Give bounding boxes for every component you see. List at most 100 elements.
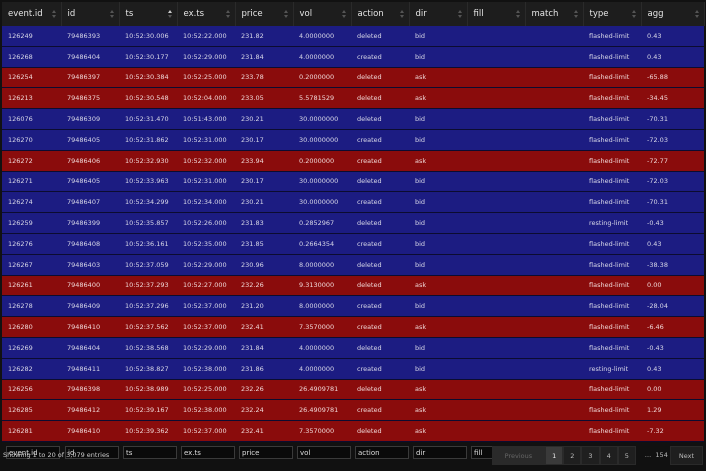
table-row[interactable]: 126268 79486404 10:52:30.177 10:52:29.000 23…	[2, 46, 704, 68]
cell-ex-ts: 10:52:29.000	[177, 337, 235, 359]
cell-id: 79486404	[61, 337, 119, 359]
cell-ex-ts: 10:52:38.000	[177, 399, 235, 421]
previous-page-button[interactable]: Previous	[491, 446, 546, 465]
table-row[interactable]: 126269 79486404 10:52:38.568 10:52:29.000 23…	[2, 337, 704, 359]
cell-match	[525, 420, 583, 442]
cell-ex-ts: 10:52:34.000	[177, 191, 235, 213]
cell-event-id: 126256	[2, 379, 61, 400]
table-row[interactable]: 126259 79486399 10:52:35.857 10:52:26.000 23…	[2, 212, 704, 234]
cell-vol: 4.0000000	[293, 337, 351, 359]
cell-action: deleted	[351, 379, 409, 400]
table-row[interactable]: 126280 79486410 10:52:37.562 10:52:37.000 23…	[2, 316, 704, 338]
cell-type: flashed-limit	[583, 67, 641, 88]
table-row[interactable]: 126272 79486406 10:52:32.930 10:52:32.000 23…	[2, 150, 704, 172]
column-header-agg[interactable]: agg	[641, 2, 705, 26]
column-header-event-id[interactable]: event.id	[2, 2, 62, 26]
cell-price: 233.05	[235, 87, 293, 109]
cell-agg: 0.43	[641, 46, 704, 68]
cell-event-id: 126213	[2, 87, 61, 109]
table-row[interactable]: 126249 79486393 10:52:30.006 10:52:22.000 23…	[2, 26, 704, 47]
column-header-ts[interactable]: ts	[119, 2, 178, 26]
cell-agg: 0.43	[641, 233, 704, 255]
table-row[interactable]: 126282 79486411 10:52:38.827 10:52:38.000 23…	[2, 358, 704, 380]
table-row[interactable]: 126076 79486309 10:52:31.470 10:51:43.000 23…	[2, 108, 704, 130]
cell-vol: 30.0000000	[293, 108, 351, 130]
table-row[interactable]: 126256 79486398 10:52:38.989 10:52:25.000 23…	[2, 379, 704, 400]
cell-type: flashed-limit	[583, 420, 641, 442]
cell-match	[525, 233, 583, 255]
cell-id: 79486398	[61, 379, 119, 400]
filter-input-ex-ts[interactable]	[181, 446, 235, 460]
column-header-type[interactable]: type	[583, 2, 642, 26]
page-button-2[interactable]: 2	[563, 446, 582, 465]
cell-dir: ask	[409, 420, 467, 442]
cell-agg: -72.77	[641, 150, 704, 172]
cell-ts: 10:52:33.963	[119, 171, 177, 192]
filter-input-ts[interactable]	[123, 446, 177, 460]
cell-type: resting-limit	[583, 212, 641, 234]
column-header-vol[interactable]: vol	[293, 2, 352, 26]
cell-price: 231.86	[235, 358, 293, 380]
cell-agg: -28.04	[641, 295, 704, 317]
cell-ex-ts: 10:52:38.000	[177, 358, 235, 380]
cell-ts: 10:52:37.296	[119, 295, 177, 317]
table-row[interactable]: 126267 79486403 10:52:37.059 10:52:29.000 23…	[2, 254, 704, 276]
cell-action: created	[351, 399, 409, 421]
sort-arrows-icon	[341, 10, 347, 18]
column-header-fill[interactable]: fill	[467, 2, 526, 26]
table-row[interactable]: 126281 79486410 10:52:39.362 10:52:37.000 23…	[2, 420, 704, 442]
cell-ex-ts: 10:52:25.000	[177, 379, 235, 400]
column-header-action[interactable]: action	[351, 2, 410, 26]
column-header-label: price	[241, 9, 263, 19]
column-header-ex-ts[interactable]: ex.ts	[177, 2, 236, 26]
filter-input-action[interactable]	[355, 446, 409, 460]
cell-agg: -70.31	[641, 108, 704, 130]
last-page-number[interactable]: 154	[655, 451, 667, 459]
cell-type: flashed-limit	[583, 150, 641, 172]
column-header-dir[interactable]: dir	[409, 2, 468, 26]
table-row[interactable]: 126261 79486400 10:52:37.293 10:52:27.000 23…	[2, 275, 704, 296]
filter-input-dir[interactable]	[413, 446, 467, 460]
cell-id: 79486406	[61, 150, 119, 172]
cell-agg: -70.31	[641, 191, 704, 213]
cell-event-id: 126281	[2, 420, 61, 442]
cell-agg: -7.32	[641, 420, 704, 442]
cell-id: 79486403	[61, 254, 119, 276]
column-header-price[interactable]: price	[235, 2, 294, 26]
table-row[interactable]: 126271 79486405 10:52:33.963 10:52:31.000 23…	[2, 171, 704, 192]
cell-match	[525, 399, 583, 421]
table-row[interactable]: 126254 79486397 10:52:30.384 10:52:25.000 23…	[2, 67, 704, 88]
cell-ex-ts: 10:52:22.000	[177, 26, 235, 47]
cell-event-id: 126271	[2, 171, 61, 192]
cell-id: 79486400	[61, 275, 119, 296]
table-row[interactable]: 126213 79486375 10:52:30.548 10:52:04.000 23…	[2, 87, 704, 109]
page-button-1[interactable]: 1	[545, 446, 564, 465]
table-row[interactable]: 126278 79486409 10:52:37.296 10:52:37.000 23…	[2, 295, 704, 317]
cell-action: deleted	[351, 171, 409, 192]
cell-ts: 10:52:37.562	[119, 316, 177, 338]
cell-ts: 10:52:39.167	[119, 399, 177, 421]
cell-ex-ts: 10:52:31.000	[177, 129, 235, 151]
table-row[interactable]: 126274 79486407 10:52:34.299 10:52:34.000 23…	[2, 191, 704, 213]
filter-input-vol[interactable]	[297, 446, 351, 460]
table-row[interactable]: 126285 79486412 10:52:39.167 10:52:38.000 23…	[2, 399, 704, 421]
cell-event-id: 126278	[2, 295, 61, 317]
column-header-label: agg	[647, 9, 664, 19]
column-header-match[interactable]: match	[525, 2, 584, 26]
cell-dir: ask	[409, 87, 467, 109]
page-button-3[interactable]: 3	[581, 446, 600, 465]
page-button-4[interactable]: 4	[599, 446, 618, 465]
cell-type: flashed-limit	[583, 46, 641, 68]
cell-match	[525, 26, 583, 47]
cell-vol: 7.3570000	[293, 420, 351, 442]
table-row[interactable]: 126270 79486405 10:52:31.862 10:52:31.000 23…	[2, 129, 704, 151]
table-row[interactable]: 126276 79486408 10:52:36.161 10:52:35.000 23…	[2, 233, 704, 255]
filter-input-price[interactable]	[239, 446, 293, 460]
column-header-id[interactable]: id	[61, 2, 120, 26]
cell-vol: 8.0000000	[293, 254, 351, 276]
page-button-5[interactable]: 5	[617, 446, 636, 465]
next-page-button[interactable]: Next	[669, 446, 703, 465]
cell-agg: 0.00	[641, 275, 704, 296]
cell-agg: 1.29	[641, 399, 704, 421]
cell-type: flashed-limit	[583, 337, 641, 359]
